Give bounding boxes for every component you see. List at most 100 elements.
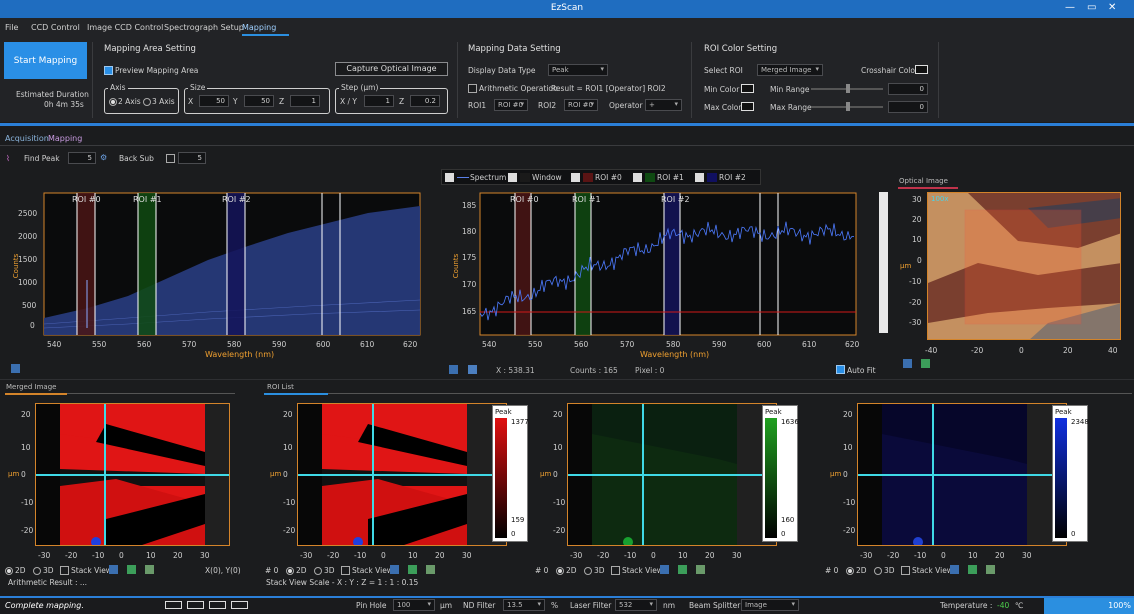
min-color-swatch[interactable] [741,84,754,93]
arithmetic-checkbox[interactable] [468,84,477,93]
legend-roi2-checkbox[interactable] [695,173,704,182]
maximize-icon[interactable]: ▭ [1087,2,1096,13]
view-3d-label: 3D [594,566,605,575]
autofit-checkbox[interactable] [836,365,845,374]
preview-mapping-checkbox[interactable] [104,66,113,75]
map-export-icon[interactable] [109,565,118,574]
map-xtick: -30 [300,551,313,560]
size-y-input[interactable]: 50 [244,95,274,107]
legend-roi1-checkbox[interactable] [633,173,642,182]
size-z-input[interactable]: 1 [290,95,320,107]
view-2d-radio[interactable] [846,567,854,575]
back-sub-checkbox[interactable] [166,154,175,163]
step-z-input[interactable]: 0.2 [410,95,440,107]
map-image-icon[interactable] [968,565,977,574]
export-icon[interactable] [449,365,458,374]
cursor-x-readout: X : 538.31 [496,366,535,375]
crosshair-horizontal[interactable] [858,474,1066,476]
subtab-acquisition[interactable]: Acquisition [5,134,49,143]
stack-view-checkbox[interactable] [901,566,910,575]
find-peak-input[interactable]: 5 [68,152,96,164]
axis2-radio[interactable] [109,98,117,106]
tab-image-ccd-control[interactable]: Image CCD Control [87,23,163,32]
roi1-select[interactable]: ROI #0 [494,99,528,111]
map-data-icon[interactable] [696,565,705,574]
beam-splitter-select[interactable]: Image [741,599,799,611]
start-mapping-button[interactable]: Start Mapping [4,42,87,79]
magnification-label: 100x [931,195,949,203]
map-data-icon[interactable] [426,565,435,574]
map-image-icon[interactable] [678,565,687,574]
view-3d-radio[interactable] [314,567,322,575]
crosshair-horizontal[interactable] [36,474,229,476]
legend-roi0-checkbox[interactable] [571,173,580,182]
view-3d-label: 3D [43,566,54,575]
spectrum-scrollbar[interactable] [879,192,888,333]
operator-label: Operator [609,101,643,110]
max-range-input[interactable]: 0 [888,101,928,113]
peak-chart-icon: ⌇ [6,154,10,163]
back-sub-input[interactable]: 5 [178,152,206,164]
map-xtick: 30 [200,551,210,560]
crosshair-horizontal[interactable] [568,474,776,476]
view-2d-radio[interactable] [286,567,294,575]
laser-filter-select[interactable]: 532 [615,599,657,611]
tab-ccd-control[interactable]: CCD Control [31,23,80,32]
view-3d-radio[interactable] [584,567,592,575]
tab-mapping[interactable]: Mapping [242,23,289,36]
spec1-xtick: 560 [137,340,152,349]
view-3d-radio[interactable] [33,567,41,575]
optical-ytick: -10 [909,277,922,286]
step-xy-input[interactable]: 1 [364,95,394,107]
size-x-input[interactable]: 50 [199,95,229,107]
capture-optical-image-button[interactable]: Capture Optical Image [335,62,448,76]
stack-view-checkbox[interactable] [341,566,350,575]
menu-file[interactable]: File [5,23,18,32]
map-export-icon[interactable] [660,565,669,574]
min-range-input[interactable]: 0 [888,83,928,95]
map-data-icon[interactable] [986,565,995,574]
crosshair-color-swatch[interactable] [915,65,928,74]
map-image-icon[interactable] [127,565,136,574]
minimize-icon[interactable]: — [1065,2,1075,13]
roi2-select[interactable]: ROI #0 [564,99,598,111]
max-color-swatch[interactable] [741,102,754,111]
map-image-icon[interactable] [408,565,417,574]
map-export-icon[interactable] [950,565,959,574]
optical-ytick: -20 [909,298,922,307]
optical-image-icon[interactable] [921,359,930,368]
export-icon[interactable] [11,364,20,373]
subtab-mapping[interactable]: Mapping [48,134,82,143]
view-3d-radio[interactable] [874,567,882,575]
pinhole-select[interactable]: 100 [393,599,435,611]
stack-view-checkbox[interactable] [60,566,69,575]
legend-spectrum-checkbox[interactable] [445,173,454,182]
nd-filter-select[interactable]: 13.5 [503,599,545,611]
stack-view-checkbox[interactable] [611,566,620,575]
operator-select[interactable]: + [645,99,682,111]
map-xtick: 20 [435,551,445,560]
map-export-icon[interactable] [390,565,399,574]
select-roi-select[interactable]: Merged Image [757,64,823,76]
map-data-icon[interactable] [145,565,154,574]
close-icon[interactable]: ✕ [1108,2,1116,13]
save-icon[interactable] [468,365,477,374]
spec2-ytick: 180 [462,227,477,236]
legend-window-checkbox[interactable] [508,173,517,182]
map-ylabel: μm [830,470,842,478]
beam-splitter-label: Beam Splitter [689,601,741,610]
ribbon-separator [0,123,1134,126]
peak-settings-icon[interactable]: ⚙ [100,153,107,162]
display-type-select[interactable]: Peak [548,64,608,76]
spec1-roi2-label: ROI #2 [222,195,251,204]
map-coordinate: X(0), Y(0) [205,566,241,575]
crosshair-horizontal[interactable] [298,474,506,476]
max-range-thumb[interactable] [846,102,850,111]
tab-spectrograph-setup[interactable]: Spectrograph Setup [164,23,244,32]
view-2d-radio[interactable] [556,567,564,575]
view-2d-radio[interactable] [5,567,13,575]
min-range-thumb[interactable] [846,84,850,93]
spec1-xtick: 600 [316,340,331,349]
optical-export-icon[interactable] [903,359,912,368]
axis3-radio[interactable] [143,98,151,106]
